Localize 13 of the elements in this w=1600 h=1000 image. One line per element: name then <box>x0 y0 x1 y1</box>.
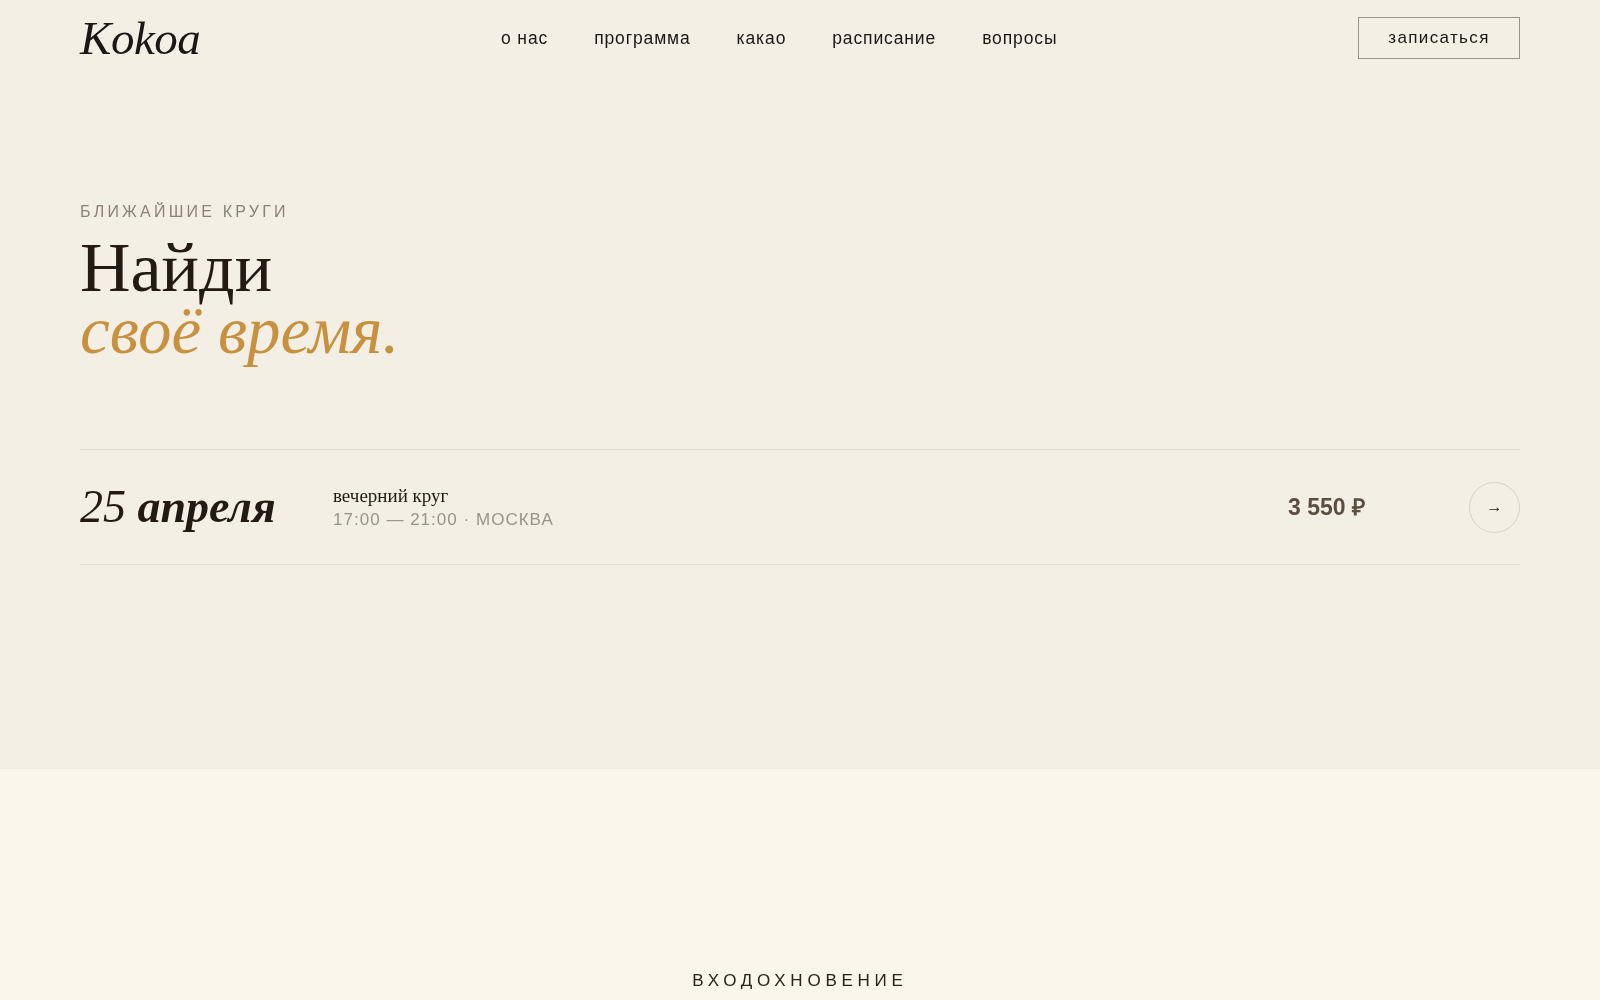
logo-link[interactable]: Kokoa <box>80 14 201 62</box>
session-date: 25 апреля <box>80 484 277 530</box>
section-eyebrow: БЛИЖАЙШИЕ КРУГИ <box>80 202 289 222</box>
section-heading: ВХОДОХНОВЕНИЕ <box>692 970 908 992</box>
nav-link[interactable]: о нас <box>501 24 549 52</box>
session-details: 17:00 — 21:00 · МОСКВА <box>333 509 554 530</box>
signup-button[interactable]: записаться <box>1358 17 1520 59</box>
session-title: вечерний круг <box>333 484 449 507</box>
nav-link[interactable]: вопросы <box>982 24 1058 52</box>
nav-link[interactable]: расписание <box>832 24 937 52</box>
nav-link[interactable]: программа <box>594 24 691 52</box>
session-price: 3 550 ₽ <box>1288 492 1365 522</box>
nav-link[interactable]: какао <box>736 24 787 52</box>
